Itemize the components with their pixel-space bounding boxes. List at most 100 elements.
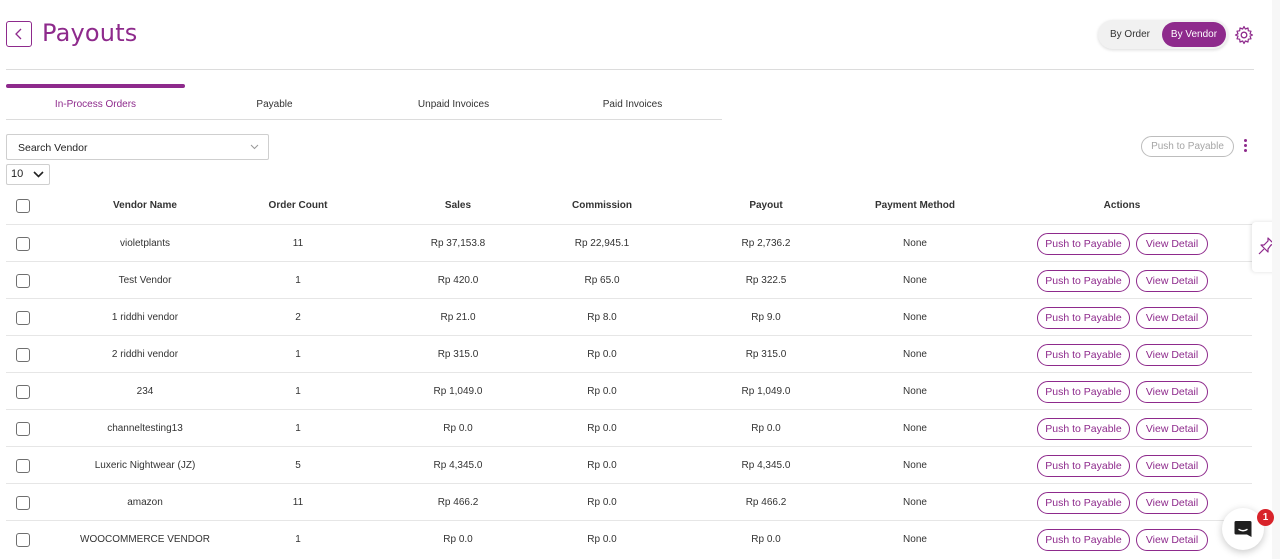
push-to-payable-button[interactable]: Push to Payable bbox=[1037, 233, 1130, 255]
table-row: Test Vendor 1 Rp 420.0 Rp 65.0 Rp 322.5 None P… bbox=[6, 261, 1252, 298]
payment-method-cell: None bbox=[903, 497, 927, 508]
page-size-value: 10 bbox=[11, 168, 24, 180]
column-header-commission[interactable]: Commission bbox=[542, 187, 662, 224]
row-checkbox[interactable] bbox=[16, 422, 30, 436]
row-checkbox[interactable] bbox=[16, 348, 30, 362]
payout-cell: Rp 9.0 bbox=[751, 312, 781, 323]
vendor-name-cell: violetplants bbox=[119, 238, 171, 249]
commission-cell: Rp 0.0 bbox=[587, 386, 617, 397]
order-count-cell: 11 bbox=[292, 497, 304, 508]
tab-bar: In-Process Orders Payable Unpaid Invoice… bbox=[6, 84, 722, 120]
push-to-payable-bulk-button[interactable]: Push to Payable bbox=[1141, 136, 1234, 157]
column-header-vendor-name[interactable]: Vendor Name bbox=[70, 187, 220, 224]
row-checkbox[interactable] bbox=[16, 385, 30, 399]
tab-label: Unpaid Invoices bbox=[417, 99, 490, 110]
more-options-icon[interactable] bbox=[1241, 139, 1249, 155]
push-to-payable-button[interactable]: Push to Payable bbox=[1037, 529, 1130, 551]
settings-button[interactable] bbox=[1234, 25, 1254, 45]
view-detail-button[interactable]: View Detail bbox=[1136, 529, 1208, 551]
tab-unpaid-invoices[interactable]: Unpaid Invoices bbox=[364, 84, 543, 120]
payment-method-cell: None bbox=[903, 349, 927, 360]
view-detail-button[interactable]: View Detail bbox=[1136, 418, 1208, 440]
sales-cell: Rp 315.0 bbox=[437, 349, 479, 360]
chat-notification-badge: 1 bbox=[1257, 509, 1274, 526]
row-checkbox[interactable] bbox=[16, 533, 30, 547]
sales-cell: Rp 420.0 bbox=[437, 275, 479, 286]
chevron-down-icon bbox=[250, 144, 259, 150]
tab-label: In-Process Orders bbox=[54, 99, 137, 110]
commission-cell: Rp 8.0 bbox=[587, 312, 617, 323]
push-to-payable-button[interactable]: Push to Payable bbox=[1037, 344, 1130, 366]
payment-method-cell: None bbox=[903, 238, 927, 249]
push-to-payable-button[interactable]: Push to Payable bbox=[1037, 455, 1130, 477]
view-detail-button[interactable]: View Detail bbox=[1136, 455, 1208, 477]
table-header-row: Vendor Name Order Count Sales Commission… bbox=[6, 187, 1252, 224]
row-checkbox[interactable] bbox=[16, 274, 30, 288]
active-tab-indicator bbox=[6, 84, 185, 88]
view-detail-button[interactable]: View Detail bbox=[1136, 233, 1208, 255]
column-header-payment-method[interactable]: Payment Method bbox=[856, 187, 974, 224]
view-detail-button[interactable]: View Detail bbox=[1136, 344, 1208, 366]
row-checkbox[interactable] bbox=[16, 237, 30, 251]
payout-cell: Rp 322.5 bbox=[745, 275, 787, 286]
view-detail-button[interactable]: View Detail bbox=[1136, 492, 1208, 514]
payment-method-cell: None bbox=[903, 534, 927, 545]
view-detail-button[interactable]: View Detail bbox=[1136, 381, 1208, 403]
push-to-payable-button[interactable]: Push to Payable bbox=[1037, 270, 1130, 292]
commission-cell: Rp 65.0 bbox=[584, 275, 620, 286]
row-checkbox[interactable] bbox=[16, 496, 30, 510]
page-size-select[interactable]: 10 bbox=[6, 164, 50, 185]
view-detail-button[interactable]: View Detail bbox=[1136, 270, 1208, 292]
page-scrollbar[interactable] bbox=[1272, 0, 1280, 559]
tab-in-process-orders[interactable]: In-Process Orders bbox=[6, 84, 185, 120]
row-checkbox[interactable] bbox=[16, 311, 30, 325]
sales-cell: Rp 0.0 bbox=[443, 534, 473, 545]
table-row: 1 riddhi vendor 2 Rp 21.0 Rp 8.0 Rp 9.0 None P… bbox=[6, 298, 1252, 335]
payout-cell: Rp 2,736.2 bbox=[741, 238, 791, 249]
sales-cell: Rp 4,345.0 bbox=[433, 460, 483, 471]
select-all-checkbox[interactable] bbox=[16, 199, 30, 213]
payout-cell: Rp 1,049.0 bbox=[741, 386, 791, 397]
gear-icon bbox=[1234, 25, 1254, 45]
toggle-by-order[interactable]: By Order bbox=[1104, 20, 1156, 49]
order-count-cell: 1 bbox=[295, 423, 301, 434]
vendor-name-cell: 234 bbox=[136, 386, 154, 397]
column-header-payout[interactable]: Payout bbox=[706, 187, 826, 224]
push-to-payable-button[interactable]: Push to Payable bbox=[1037, 307, 1130, 329]
column-header-sales[interactable]: Sales bbox=[398, 187, 518, 224]
push-to-payable-button[interactable]: Push to Payable bbox=[1037, 492, 1130, 514]
view-toggle: By Order By Vendor bbox=[1098, 20, 1228, 49]
vendor-name-cell: Luxeric Nightwear (JZ) bbox=[94, 460, 196, 471]
search-vendor-placeholder: Search Vendor bbox=[18, 142, 88, 154]
back-button[interactable] bbox=[6, 21, 32, 47]
tab-paid-invoices[interactable]: Paid Invoices bbox=[543, 84, 722, 120]
toggle-by-vendor[interactable]: By Vendor bbox=[1162, 22, 1226, 47]
order-count-cell: 1 bbox=[295, 534, 301, 545]
chevron-left-icon bbox=[15, 28, 22, 40]
vendor-name-cell: 2 riddhi vendor bbox=[111, 349, 179, 360]
table-row: channeltesting13 1 Rp 0.0 Rp 0.0 Rp 0.0 None P… bbox=[6, 409, 1252, 446]
vendor-name-cell: channeltesting13 bbox=[107, 423, 183, 434]
search-vendor-select[interactable]: Search Vendor bbox=[6, 134, 269, 160]
push-to-payable-button[interactable]: Push to Payable bbox=[1037, 418, 1130, 440]
table-row: Luxeric Nightwear (JZ) 5 Rp 4,345.0 Rp 0.0 R… bbox=[6, 446, 1252, 483]
sales-cell: Rp 1,049.0 bbox=[433, 386, 483, 397]
view-detail-button[interactable]: View Detail bbox=[1136, 307, 1208, 329]
vendor-name-cell: 1 riddhi vendor bbox=[111, 312, 179, 323]
payout-cell: Rp 0.0 bbox=[751, 423, 781, 434]
push-to-payable-button[interactable]: Push to Payable bbox=[1037, 381, 1130, 403]
commission-cell: Rp 0.0 bbox=[587, 460, 617, 471]
commission-cell: Rp 0.0 bbox=[587, 497, 617, 508]
payout-cell: Rp 4,345.0 bbox=[741, 460, 791, 471]
chevron-down-icon bbox=[33, 171, 44, 178]
row-checkbox[interactable] bbox=[16, 459, 30, 473]
column-header-order-count[interactable]: Order Count bbox=[248, 187, 348, 224]
sales-cell: Rp 0.0 bbox=[443, 423, 473, 434]
vendor-name-cell: WOOCOMMERCE VENDOR bbox=[80, 534, 210, 545]
order-count-cell: 1 bbox=[295, 349, 301, 360]
table-row: 234 1 Rp 1,049.0 Rp 0.0 Rp 1,049.0 None Push t… bbox=[6, 372, 1252, 409]
payment-method-cell: None bbox=[903, 386, 927, 397]
payment-method-cell: None bbox=[903, 275, 927, 286]
payout-cell: Rp 466.2 bbox=[745, 497, 787, 508]
tab-payable[interactable]: Payable bbox=[185, 84, 364, 120]
